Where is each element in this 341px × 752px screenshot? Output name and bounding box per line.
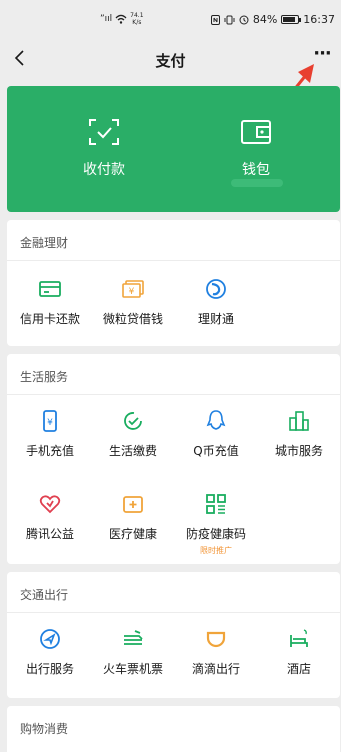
city-service-icon <box>289 411 309 431</box>
item-label: 防疫健康码 <box>185 527 246 541</box>
wealth-icon <box>206 279 226 299</box>
system-indicators: 84% 16:37 <box>210 13 335 26</box>
health-code-button[interactable]: 防疫健康码 限时推广 <box>175 492 257 556</box>
net-speed: 74.1 K/s <box>130 12 143 26</box>
divider <box>7 612 340 613</box>
shopping-section: 购物消费 <box>7 706 340 752</box>
charity-icon <box>39 495 61 514</box>
travel-service-button[interactable]: 出行服务 <box>9 627 91 677</box>
phone-topup-icon: ¥ <box>43 410 57 432</box>
item-label: 手机充值 <box>25 444 74 458</box>
wallet-button[interactable]: 钱包 <box>211 118 301 179</box>
travel-section: 交通出行 出行服务 火车票机票 滴滴出行 酒店 <box>7 572 340 698</box>
hotel-button[interactable]: 酒店 <box>258 627 340 677</box>
receive-pay-label: 收付款 <box>83 162 125 178</box>
vibrate-icon <box>224 15 235 24</box>
item-label: 信用卡还款 <box>19 312 80 326</box>
wallet-icon <box>241 120 271 144</box>
item-label: 微粒贷借钱 <box>102 312 163 326</box>
item-label: 腾讯公益 <box>25 527 74 541</box>
svg-text:¥: ¥ <box>129 287 135 297</box>
section-title: 购物消费 <box>20 722 69 736</box>
cash-loan-button[interactable]: ¥ 微粒贷借钱 <box>92 277 174 327</box>
more-button[interactable]: ··· <box>311 45 333 67</box>
section-title: 金融理财 <box>20 236 69 250</box>
battery-percent: 84% <box>252 13 278 26</box>
wifi-icon <box>115 14 127 24</box>
phone-topup-button[interactable]: ¥ 手机充值 <box>9 409 91 459</box>
train-ticket-icon <box>124 630 143 645</box>
hotel-icon <box>290 629 308 647</box>
life-services-section: 生活服务 ¥ 手机充值 生活缴费 Q币充值 城市服务 腾讯公益 医疗健康 防疫健… <box>7 354 340 564</box>
net-speed-unit: K/s <box>132 19 142 26</box>
pay-card: 收付款 钱包 <box>7 86 340 212</box>
divider <box>7 260 340 261</box>
finance-section: 金融理财 信用卡还款 ¥ 微粒贷借钱 理财通 <box>7 220 340 346</box>
item-label: 酒店 <box>286 662 311 676</box>
battery-level <box>283 17 296 22</box>
section-title: 交通出行 <box>20 588 69 602</box>
credit-card-icon <box>39 281 61 297</box>
wallet-balance-masked <box>231 179 283 187</box>
medical-icon <box>123 496 143 513</box>
city-service-button[interactable]: 城市服务 <box>258 409 340 459</box>
divider <box>7 394 340 395</box>
item-label: 出行服务 <box>25 662 74 676</box>
train-ticket-button[interactable]: 火车票机票 <box>92 627 174 677</box>
item-label: 城市服务 <box>274 444 323 458</box>
health-code-icon <box>206 494 226 514</box>
charity-button[interactable]: 腾讯公益 <box>9 492 91 542</box>
cash-loan-icon: ¥ <box>122 280 144 298</box>
item-label: 火车票机票 <box>102 662 163 676</box>
promo-tag: 限时推广 <box>200 546 232 555</box>
network-indicators: ”ııl 74.1 K/s <box>100 12 144 26</box>
travel-service-icon <box>40 629 60 649</box>
utility-bill-icon <box>124 412 142 430</box>
item-label: 医疗健康 <box>108 527 157 541</box>
qq-coin-icon <box>206 410 226 430</box>
credit-card-repay-button[interactable]: 信用卡还款 <box>9 277 91 327</box>
signal-icon: ”ııl <box>100 14 113 24</box>
item-label: 理财通 <box>197 312 234 326</box>
medical-button[interactable]: 医疗健康 <box>92 492 174 542</box>
net-speed-value: 74.1 <box>130 12 144 19</box>
section-title: 生活服务 <box>20 370 69 384</box>
scan-check-icon <box>89 119 119 145</box>
svg-text:¥: ¥ <box>47 418 53 428</box>
battery-icon <box>281 15 302 24</box>
utility-bill-button[interactable]: 生活缴费 <box>92 409 174 459</box>
qq-coin-button[interactable]: Q币充值 <box>175 409 257 459</box>
title-bar: 支付 ··· <box>0 40 341 78</box>
item-label: 滴滴出行 <box>191 662 240 676</box>
item-label: 生活缴费 <box>108 444 157 458</box>
wealth-button[interactable]: 理财通 <box>175 277 257 327</box>
didi-button[interactable]: 滴滴出行 <box>175 627 257 677</box>
item-label: Q币充值 <box>193 444 239 458</box>
nfc-icon <box>210 14 220 25</box>
page-title: 支付 <box>155 52 186 70</box>
alarm-icon <box>239 15 249 24</box>
clock: 16:37 <box>303 13 335 26</box>
wallet-label: 钱包 <box>242 162 270 178</box>
receive-pay-button[interactable]: 收付款 <box>59 118 149 179</box>
didi-icon <box>206 631 226 648</box>
status-bar: ”ııl 74.1 K/s 84% 16:37 <box>0 0 341 40</box>
